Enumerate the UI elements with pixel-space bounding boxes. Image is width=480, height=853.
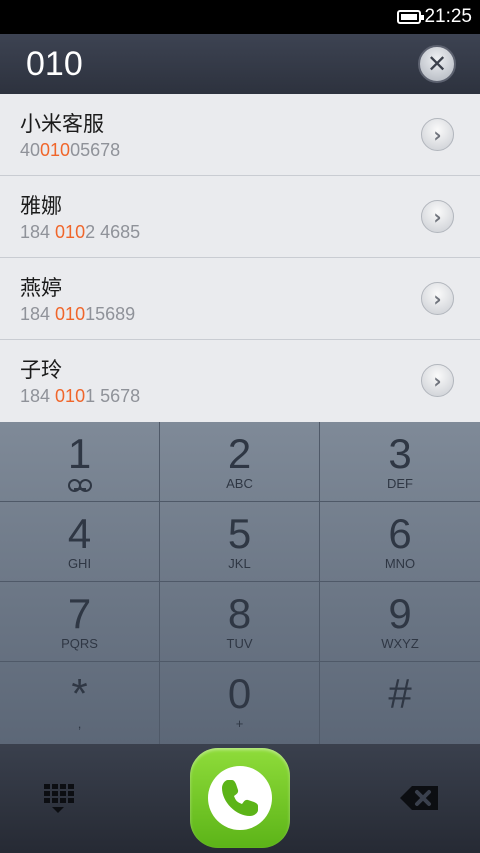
chevron-right-icon: ›	[433, 368, 442, 393]
status-time: 21:25	[424, 6, 472, 27]
key-9[interactable]: 9 WXYZ	[320, 582, 480, 662]
contact-row[interactable]: 雅娜 184 0102 4685 ›	[0, 176, 480, 258]
voicemail-icon	[67, 479, 93, 492]
key-2[interactable]: 2 ABC	[160, 422, 320, 502]
contact-name: 小米客服	[20, 112, 104, 136]
contact-number: 4001005678	[20, 140, 121, 160]
match-highlight: 010	[55, 386, 86, 406]
key-3[interactable]: 3 DEF	[320, 422, 480, 502]
bottom-action-bar	[0, 744, 480, 853]
phone-handset-icon	[222, 780, 258, 816]
call-button[interactable]	[190, 748, 290, 848]
key-8[interactable]: 8 TUV	[160, 582, 320, 662]
contact-name: 子玲	[20, 358, 62, 382]
key-0[interactable]: 0 +	[160, 662, 320, 744]
match-highlight: 010	[55, 222, 86, 242]
dial-keypad: 1 2 ABC 3 DEF 4 GHI 5 JKL 6 MNO 7 PQRS 8…	[0, 422, 480, 744]
keypad-grid-icon[interactable]	[42, 782, 76, 816]
key-hash[interactable]: #	[320, 662, 480, 744]
key-7[interactable]: 7 PQRS	[0, 582, 160, 662]
chevron-right-icon: ›	[433, 122, 442, 147]
backspace-icon[interactable]	[398, 784, 440, 812]
contact-detail-button[interactable]: ›	[421, 200, 454, 233]
chevron-right-icon: ›	[433, 286, 442, 311]
contact-number: 184 0102 4685	[20, 222, 141, 242]
clear-button[interactable]: ✕	[418, 45, 456, 83]
dialed-number: 010	[26, 45, 83, 83]
contact-number: 184 01015689	[20, 304, 136, 324]
contact-detail-button[interactable]: ›	[421, 282, 454, 315]
close-icon: ✕	[426, 50, 448, 78]
chevron-right-icon: ›	[433, 204, 442, 229]
key-1[interactable]: 1	[0, 422, 160, 502]
match-highlight: 010	[40, 140, 71, 160]
contact-row[interactable]: 燕婷 184 01015689 ›	[0, 258, 480, 340]
contact-detail-button[interactable]: ›	[421, 364, 454, 397]
status-bar: 21:25	[0, 0, 480, 34]
contact-name: 雅娜	[20, 194, 62, 218]
contact-row[interactable]: 子玲 184 0101 5678 ›	[0, 340, 480, 422]
battery-icon	[397, 10, 424, 24]
contact-row[interactable]: 小米客服 4001005678 ›	[0, 94, 480, 176]
contact-suggestion-list: 小米客服 4001005678 › 雅娜 184 0102 4685 › 燕婷 …	[0, 94, 480, 422]
contact-detail-button[interactable]: ›	[421, 118, 454, 151]
match-highlight: 010	[55, 304, 86, 324]
key-6[interactable]: 6 MNO	[320, 502, 480, 582]
dialed-number-bar: 010 ✕	[0, 34, 480, 94]
contact-number: 184 0101 5678	[20, 386, 141, 406]
contact-name: 燕婷	[20, 276, 62, 300]
key-star[interactable]: * ,	[0, 662, 160, 744]
key-4[interactable]: 4 GHI	[0, 502, 160, 582]
key-5[interactable]: 5 JKL	[160, 502, 320, 582]
